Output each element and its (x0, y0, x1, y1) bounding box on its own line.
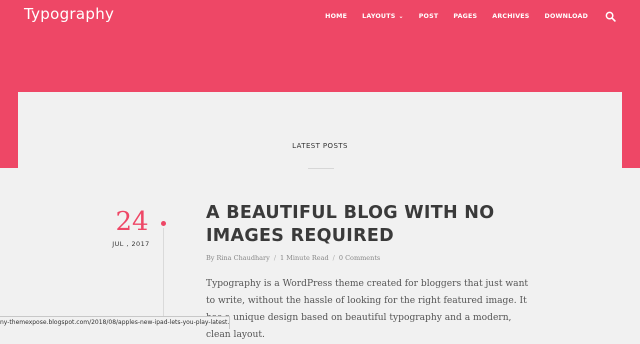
meta-separator: / (273, 254, 277, 262)
nav-item-home[interactable]: HOME (325, 13, 347, 20)
timeline-dot (161, 221, 166, 226)
post-read-time: 1 Minute Read (280, 254, 329, 262)
post-comments-link[interactable]: 0 Comments (339, 254, 380, 262)
nav-item-layouts-label: LAYOUTS (362, 13, 396, 20)
browser-status-bar: ny-themexpose.blogspot.com/2018/08/apple… (0, 316, 230, 329)
nav-item-archives[interactable]: ARCHIVES (492, 13, 529, 20)
meta-separator: / (332, 254, 335, 262)
post-excerpt: Typography is a WordPress theme created … (206, 279, 529, 340)
search-icon[interactable] (605, 11, 616, 22)
post-author[interactable]: By Rina Chaudhary (206, 254, 270, 262)
post-date-day: 24 (115, 207, 149, 237)
site-logo[interactable]: Typography (24, 5, 114, 23)
section-divider (308, 168, 334, 169)
timeline-line (163, 228, 164, 329)
nav-item-post[interactable]: POST (419, 13, 439, 20)
post-date-month: JUL , 2017 (112, 240, 150, 248)
nav-item-download[interactable]: DOWNLOAD (545, 13, 588, 20)
main-nav: HOME LAYOUTS ⌄ POST PAGES ARCHIVES DOWNLO… (325, 11, 616, 22)
post-title[interactable]: A BEAUTIFUL BLOG WITH NO IMAGES REQUIRED (206, 202, 526, 248)
section-title: LATEST POSTS (292, 142, 348, 150)
nav-item-layouts[interactable]: LAYOUTS ⌄ (362, 13, 404, 20)
post-meta: By Rina Chaudhary/1 Minute Read/0 Commen… (206, 254, 380, 262)
nav-item-pages[interactable]: PAGES (453, 13, 477, 20)
chevron-down-icon: ⌄ (398, 13, 404, 20)
